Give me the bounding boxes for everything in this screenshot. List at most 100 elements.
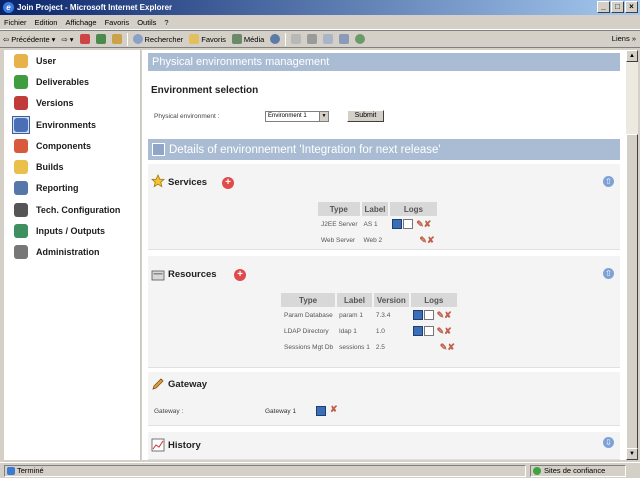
links-button[interactable]: Liens » (612, 34, 636, 43)
reporting-icon (12, 179, 30, 197)
table-row: Sessions Mgt Db sessions 1 2.5 ✎✘ (281, 339, 458, 355)
window-title: Join Project - Microsoft Internet Explor… (17, 3, 173, 12)
media-icon (231, 34, 242, 44)
back-button[interactable]: ⇦ Précédente ▾ (0, 35, 58, 44)
resource-type: Param Database (284, 311, 333, 319)
resource-version: 1.0 (375, 327, 385, 335)
resource-type: Sessions Mgt Db (284, 343, 334, 351)
delete-icon[interactable]: ✘ (444, 310, 452, 320)
builds-icon-shape (14, 160, 28, 175)
history-button[interactable] (267, 34, 283, 44)
resources-title: Resources (168, 269, 217, 280)
print-button[interactable] (304, 34, 320, 44)
refresh-button[interactable] (93, 34, 109, 44)
view-log-icon[interactable] (316, 406, 326, 416)
menu-favoris[interactable]: Favoris (101, 18, 134, 27)
add-service-button[interactable]: + (222, 177, 234, 189)
favorites-button[interactable]: Favoris (186, 34, 229, 44)
sidebar-item-versions[interactable]: Versions (4, 93, 140, 114)
delete-icon[interactable]: ✘ (447, 342, 455, 352)
forward-button[interactable]: ⇨ ▾ (58, 35, 76, 44)
sidebar-item-label: Tech. Configuration (36, 204, 121, 215)
home-button[interactable] (109, 34, 125, 44)
dropdown-icon: ▾ (51, 34, 56, 44)
menu-edition[interactable]: Edition (31, 18, 62, 27)
delete-icon[interactable]: ✘ (424, 219, 432, 229)
delete-icon[interactable]: ✘ (444, 326, 452, 336)
vertical-scrollbar[interactable]: ▲ ▼ (626, 50, 638, 460)
scroll-down-arrow[interactable]: ▼ (626, 448, 638, 460)
security-zone: Sites de confiance (530, 465, 626, 477)
gateway-section: Gateway Gateway : Gateway 1 ✘ (148, 372, 620, 426)
back-arrow-icon: ⇦ (3, 34, 10, 44)
sidebar-item-inputs-outputs[interactable]: Inputs / Outputs (4, 220, 140, 241)
add-resource-button[interactable]: + (234, 269, 246, 281)
sidebar-item-tech-configuration[interactable]: Tech. Configuration (4, 199, 140, 220)
gateway-value: Gateway 1 (265, 408, 297, 415)
delete-icon[interactable]: ✘ (330, 404, 338, 415)
mail-button[interactable] (288, 34, 304, 44)
server-icon (151, 270, 165, 281)
user-icon-shape (14, 53, 28, 68)
view-log-icon[interactable] (412, 326, 423, 336)
stop-button[interactable] (77, 34, 93, 44)
edit-icon[interactable]: ✎ (416, 219, 424, 229)
column-header: Logs (409, 293, 459, 307)
service-type: J2EE Server (321, 220, 358, 228)
scroll-up-arrow[interactable]: ▲ (626, 50, 638, 62)
edit-button[interactable] (320, 34, 336, 44)
reporting-icon-shape (14, 181, 28, 196)
view-log-icon[interactable] (412, 310, 423, 320)
scroll-down-button[interactable]: ⇩ (603, 437, 614, 448)
window-titlebar: e Join Project - Microsoft Internet Expl… (0, 0, 640, 15)
gateway-label: Gateway : (154, 408, 184, 415)
edit-icon[interactable]: ✎ (437, 310, 445, 320)
table-row: LDAP Directory ldap 1 1.0 ✎✘ (281, 323, 458, 339)
administration-icon-shape (14, 245, 28, 260)
sidebar-item-user[interactable]: User (4, 50, 140, 71)
sidebar-item-environments[interactable]: Environments (4, 114, 140, 135)
page-icon (7, 467, 15, 475)
dropdown-icon: ▾ (69, 34, 74, 44)
scroll-top-button[interactable]: ⇧ (603, 268, 614, 279)
log-file-icon[interactable] (423, 326, 434, 336)
search-button[interactable]: Rechercher (130, 34, 187, 44)
trusted-zone-icon (533, 467, 541, 475)
menu-affichage[interactable]: Affichage (61, 18, 100, 27)
status-text: Terminé (4, 465, 526, 477)
sidebar-item-builds[interactable]: Builds (4, 156, 140, 177)
close-button[interactable]: × (625, 1, 638, 13)
log-file-icon[interactable] (403, 219, 414, 229)
minimize-button[interactable]: _ (597, 1, 610, 13)
menu-fichier[interactable]: Fichier (0, 18, 31, 27)
edit-icon[interactable]: ✎ (437, 326, 445, 336)
environment-select[interactable]: Environment 1 ▼ (265, 111, 329, 122)
column-header: Version (372, 293, 411, 307)
view-log-icon[interactable] (392, 219, 403, 229)
history-title: History (168, 440, 201, 451)
history-section: History ⇩ (148, 432, 620, 460)
deliverables-icon (12, 73, 30, 91)
log-file-icon[interactable] (423, 310, 434, 320)
table-row: Param Database param 1 7.3.4 ✎✘ (281, 307, 458, 323)
media-button[interactable]: Média (229, 34, 267, 44)
scroll-thumb[interactable] (626, 134, 638, 458)
status-bar: Terminé Sites de confiance (0, 462, 640, 478)
discuss-button[interactable] (336, 34, 352, 44)
edit-icon[interactable]: ✎ (419, 235, 427, 245)
messenger-icon (355, 34, 366, 44)
menu-help[interactable]: ? (160, 18, 172, 27)
scroll-top-button[interactable]: ⇧ (603, 176, 614, 187)
submit-button[interactable]: Submit (347, 110, 384, 122)
delete-icon[interactable]: ✘ (427, 235, 435, 245)
sidebar-item-deliverables[interactable]: Deliverables (4, 71, 140, 92)
sidebar-item-components[interactable]: Components (4, 135, 140, 156)
sidebar-item-reporting[interactable]: Reporting (4, 178, 140, 199)
menu-outils[interactable]: Outils (133, 18, 160, 27)
messenger-button[interactable] (352, 34, 368, 44)
gateway-title: Gateway (168, 379, 208, 390)
ie-logo-icon: e (3, 2, 14, 13)
column-header: Type (318, 202, 362, 216)
sidebar-item-administration[interactable]: Administration (4, 242, 140, 263)
maximize-button[interactable]: □ (611, 1, 624, 13)
